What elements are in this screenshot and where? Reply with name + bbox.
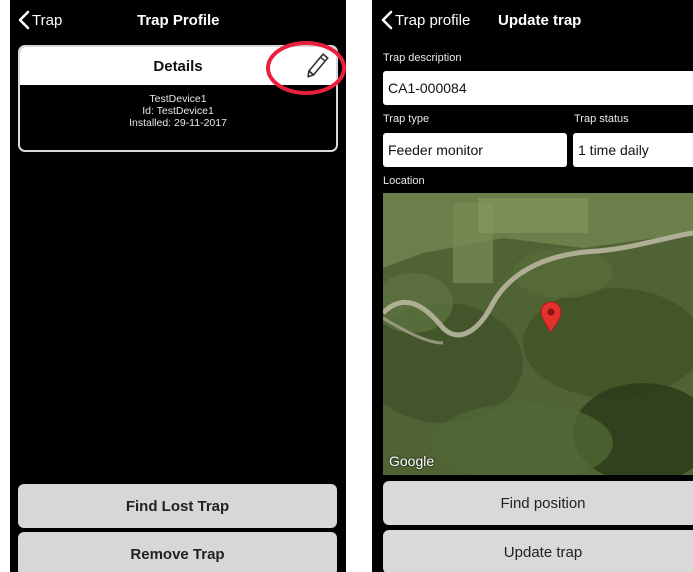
back-button[interactable]: Trap [18,10,62,30]
back-button[interactable]: Trap profile [381,10,470,30]
nav-bar: Trap profile Update trap [372,0,693,42]
trap-description-label: Trap description [383,52,462,64]
chevron-left-icon [381,10,393,30]
map-pin-icon[interactable] [539,301,563,333]
page-title: Update trap [498,12,582,29]
installed-date: Installed: 29-11-2017 [129,117,227,129]
update-trap-button[interactable]: Update trap [383,530,693,572]
details-body: TestDevice1 Id: TestDevice1 Installed: 2… [20,93,336,129]
find-lost-trap-button[interactable]: Find Lost Trap [18,484,337,528]
location-label: Location [383,175,425,187]
find-position-button[interactable]: Find position [383,481,693,525]
remove-trap-button[interactable]: Remove Trap [18,532,337,572]
pencil-icon[interactable] [304,51,330,81]
trap-profile-screen: Trap Trap Profile Details TestDevice1 Id… [10,0,346,572]
satellite-map [383,193,693,475]
location-map[interactable]: Google [383,193,693,475]
trap-status-label: Trap status [574,113,629,125]
device-id: Id: TestDevice1 [142,105,214,117]
device-name: TestDevice1 [149,93,207,105]
update-trap-screen: Trap profile Update trap Trap descriptio… [372,0,693,572]
chevron-left-icon [18,10,30,30]
trap-type-label: Trap type [383,113,430,125]
nav-bar: Trap Trap Profile [10,0,346,42]
page-title: Trap Profile [137,12,220,29]
google-attribution: Google [389,453,435,469]
back-label: Trap [32,11,63,29]
trap-description-field[interactable]: CA1-000084 [383,71,693,105]
back-label: Trap profile [395,11,471,29]
trap-status-field[interactable]: 1 time daily [573,133,693,167]
trap-type-field[interactable]: Feeder monitor [383,133,567,167]
